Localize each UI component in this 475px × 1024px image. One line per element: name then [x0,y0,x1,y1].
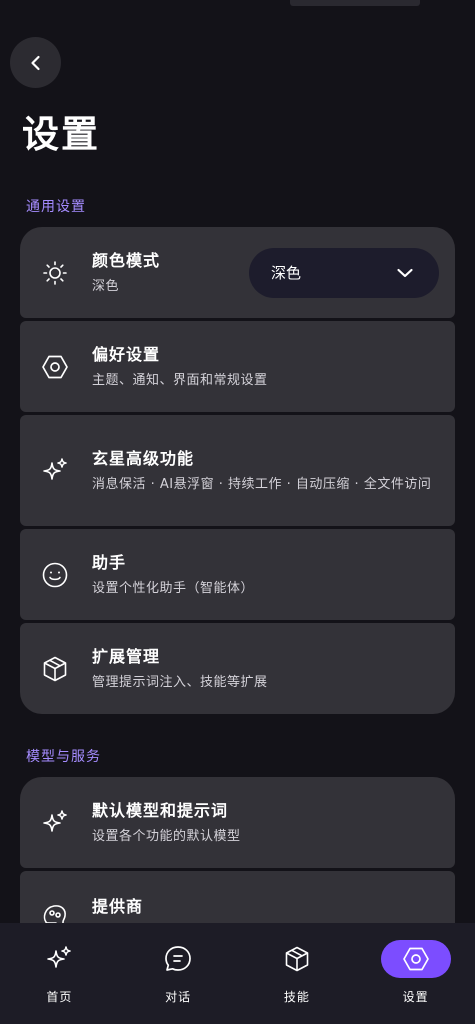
page-title: 设置 [22,113,100,156]
preferences-title: 偏好设置 [92,345,161,364]
general-settings-group: 颜色模式 深色 深色 偏好设置 主题、通知、界面和常规设置 玄星高级功能 消息保… [20,227,455,717]
nav-pill-chat [143,940,213,978]
advanced-features-row[interactable]: 玄星高级功能 消息保活 · AI悬浮窗 · 持续工作 · 自动压缩 · 全文件访… [20,415,455,526]
status-bar [290,0,420,6]
sparkle-icon [40,456,70,486]
nav-item-skills[interactable]: 技能 [238,923,357,1024]
color-mode-row[interactable]: 颜色模式 深色 深色 [20,227,455,318]
advanced-features-title: 玄星高级功能 [92,449,195,468]
extensions-row[interactable]: 扩展管理 管理提示词注入、技能等扩展 [20,623,455,714]
chat-icon [165,946,191,971]
providers-title: 提供商 [92,897,144,916]
default-model-row[interactable]: 默认模型和提示词 设置各个功能的默认模型 [20,777,455,868]
default-model-subtitle: 设置各个功能的默认模型 [92,829,241,844]
color-mode-title: 颜色模式 [92,251,161,270]
section-title-models: 模型与服务 [26,749,101,765]
color-mode-select-value: 深色 [271,264,302,282]
package-icon [285,946,309,972]
package-icon [40,654,70,684]
nav-item-home[interactable]: 首页 [0,923,119,1024]
color-mode-subtitle: 深色 [92,279,120,294]
color-mode-select[interactable]: 深色 [249,247,439,298]
nav-label-chat: 对话 [165,990,192,1004]
nav-item-settings[interactable]: 设置 [356,923,475,1024]
section-title-general: 通用设置 [26,199,86,215]
nav-label-settings: 设置 [402,990,429,1004]
smiley-icon [40,560,70,590]
hexagon-icon [402,947,429,971]
extensions-subtitle: 管理提示词注入、技能等扩展 [92,675,268,690]
assistant-title: 助手 [92,553,127,572]
extensions-title: 扩展管理 [92,647,161,666]
nav-pill-home [24,940,94,978]
default-model-title: 默认模型和提示词 [92,801,229,820]
preferences-row[interactable]: 偏好设置 主题、通知、界面和常规设置 [20,321,455,412]
advanced-features-subtitle: 消息保活 · AI悬浮窗 · 持续工作 · 自动压缩 · 全文件访问 [92,477,432,492]
sparkle-icon [40,808,70,838]
chevron-left-icon [30,55,40,70]
preferences-subtitle: 主题、通知、界面和常规设置 [92,373,268,388]
nav-label-skills: 技能 [283,990,310,1004]
nav-pill-settings [380,940,451,978]
assistant-subtitle: 设置个性化助手（智能体） [92,581,255,596]
nav-item-chat[interactable]: 对话 [119,923,238,1024]
bottom-nav: 首页 对话 技能 设置 [0,923,475,1024]
chevron-down-icon [397,268,413,277]
nav-pill-skills [262,940,332,978]
nav-label-home: 首页 [46,990,73,1004]
back-button[interactable] [10,37,61,88]
sparkle-icon [47,946,72,968]
hexagon-icon [40,352,70,382]
sun-icon [40,258,70,288]
assistant-row[interactable]: 助手 设置个性化助手（智能体） [20,529,455,620]
